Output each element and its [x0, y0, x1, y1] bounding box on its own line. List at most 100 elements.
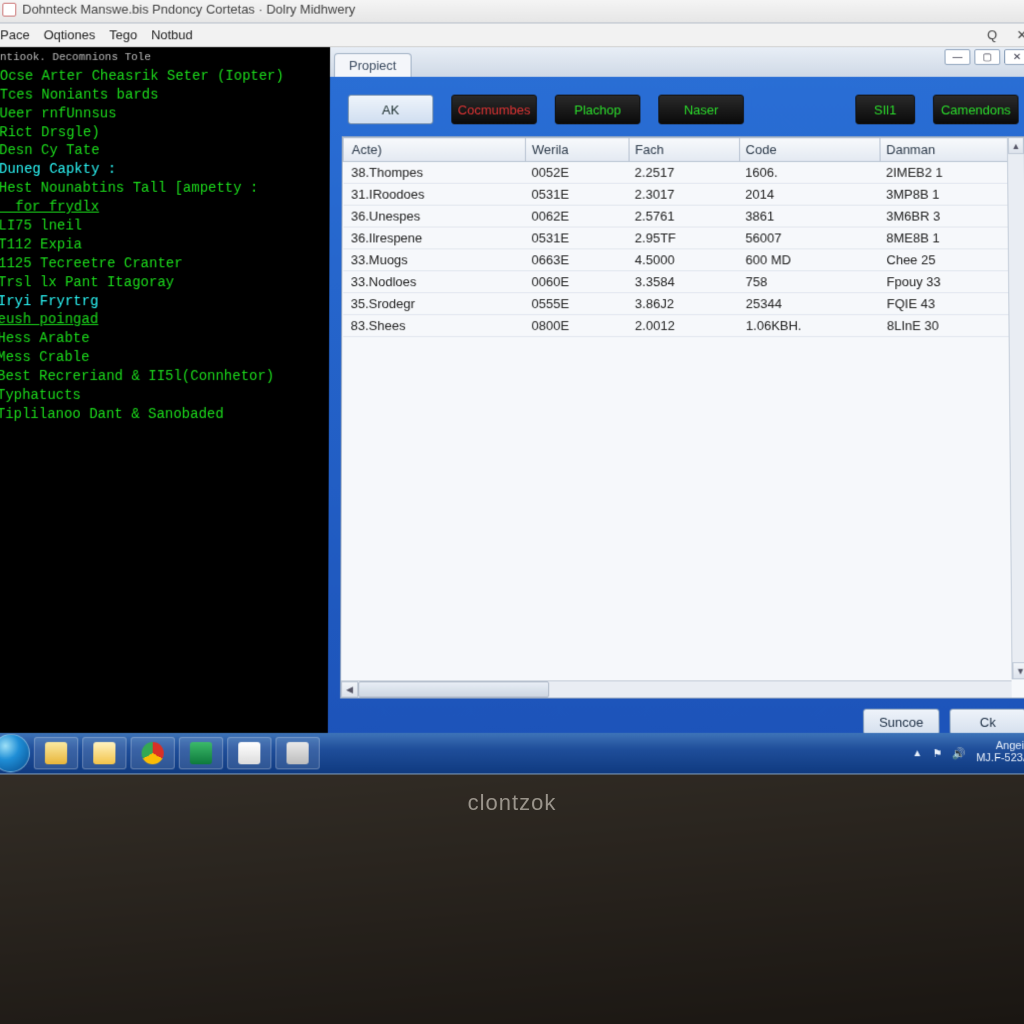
terminal-line: Ocse Arter Cheasrik Seter (Iopter)	[0, 68, 324, 87]
table-cell: 0062E	[526, 205, 629, 227]
main-window: Dohnteck Manswe.bis Pndoncy Cortetas · D…	[0, 0, 1024, 774]
taskbar-folder[interactable]	[82, 737, 127, 769]
suncoe-button[interactable]: Suncoe	[863, 709, 940, 735]
menu-oqtiones[interactable]: Oqtiones	[43, 27, 95, 42]
table-cell: 600 MD	[740, 249, 881, 271]
table-cell: 3.86J2	[629, 293, 740, 315]
table-row[interactable]: 35.Srodegr0555E3.86J225344FQIE 43	[343, 293, 1024, 315]
terminal-line: Desn Cy Tate	[0, 143, 324, 162]
close-icon[interactable]: ✕	[1014, 27, 1024, 43]
terminal-line: Tiplilanoo Dant & Sanobaded	[0, 406, 323, 425]
horizontal-scrollbar[interactable]: ◀	[341, 680, 1012, 697]
table-row[interactable]: 38.Thompes0052E2.25171606.2IMEB2 1	[343, 161, 1024, 183]
table-cell: 0555E	[526, 293, 629, 315]
table-cell: 758	[740, 271, 881, 293]
tray-volume-icon[interactable]: 🔊	[952, 747, 966, 760]
terminal-line: Best Recreriand & II5l(Connhetor)	[0, 368, 323, 387]
table-header[interactable]: Code	[739, 138, 880, 162]
start-button[interactable]	[0, 734, 30, 772]
scroll-thumb[interactable]	[358, 681, 549, 697]
camendons-button[interactable]: Camendons	[933, 95, 1019, 125]
terminal-line: Hess Arabte	[0, 330, 323, 349]
table-cell: 0800E	[526, 315, 629, 337]
terminal-line: Trsl lx Pant Itagoray	[0, 274, 323, 293]
table-row[interactable]: 33.Nodloes0060E3.3584758Fpouy 33	[343, 271, 1024, 293]
terminal-line: eush poingad	[0, 312, 323, 331]
terminal-panel: ntiook. Decomnions Tole Ocse Arter Cheas…	[0, 47, 330, 773]
system-tray[interactable]: ▲ ⚑ 🔊 Angeia MJ.F-523A	[912, 741, 1024, 764]
table-cell: 3.3584	[629, 271, 740, 293]
table-cell: 0060E	[526, 271, 629, 293]
table-cell: 2.2517	[629, 161, 740, 183]
app-panel: — ▢ ✕ Propiect AK Cocmumbes Plachop Nase…	[328, 47, 1024, 773]
close-button[interactable]: ✕	[1004, 49, 1024, 65]
table-cell: 1606.	[739, 161, 880, 183]
tray-clock-line1: Angeia	[996, 740, 1024, 752]
table-cell: 3861	[739, 205, 880, 227]
terminal-line: Ueer rnfUnnsus	[0, 105, 324, 124]
data-table-container: Acte)WerilaFachCodeDanman 38.Thompes0052…	[340, 136, 1024, 698]
table-cell: 8ME8B 1	[880, 227, 1024, 249]
menu-notbud[interactable]: Notbud	[151, 27, 193, 42]
terminal-line: Hest Nounabtins Tall [ampetty :	[0, 180, 324, 199]
table-row[interactable]: 36.Unespes0062E2.576138613M6BR 3	[343, 205, 1024, 227]
table-cell: 0663E	[526, 249, 629, 271]
scroll-up-arrow-icon[interactable]: ▲	[1008, 137, 1024, 154]
scroll-left-arrow-icon[interactable]: ◀	[341, 681, 358, 697]
taskbar-chrome[interactable]	[130, 737, 174, 769]
taskbar-app2[interactable]	[227, 737, 271, 769]
ak-button[interactable]: AK	[348, 95, 434, 125]
terminal-line: 1125 Tecreetre Cranter	[0, 255, 323, 274]
tab-strip: Propiect	[330, 47, 1024, 77]
tray-wifi-icon[interactable]: ⚑	[932, 747, 942, 760]
scroll-down-arrow-icon[interactable]: ▼	[1012, 662, 1024, 679]
ok-button[interactable]: Ck	[949, 709, 1024, 735]
table-cell: 2.95TF	[629, 227, 740, 249]
table-row[interactable]: 83.Shees0800E2.00121.06KBH.8LInE 30	[343, 315, 1024, 337]
table-row[interactable]: 36.Ilrespene0531E2.95TF560078ME8B 1	[343, 227, 1024, 249]
taskbar-explorer[interactable]	[34, 737, 79, 769]
minimize-button[interactable]: —	[944, 49, 970, 65]
table-cell: Chee 25	[880, 249, 1024, 271]
table-cell: 33.Muogs	[343, 249, 526, 271]
table-cell: Fpouy 33	[881, 271, 1024, 293]
table-header[interactable]: Fach	[629, 138, 740, 162]
table-cell: 31.IRoodoes	[343, 183, 526, 205]
terminal-line: LI75 lneil	[0, 218, 324, 237]
maximize-button[interactable]: ▢	[974, 49, 1000, 65]
terminal-line: Rict Drsgle)	[0, 124, 324, 143]
table-row[interactable]: 33.Muogs0663E4.5000600 MDChee 25	[343, 249, 1024, 271]
vertical-scrollbar[interactable]: ▲ ▼	[1007, 137, 1024, 679]
table-cell: 4.5000	[629, 249, 740, 271]
table-cell: 33.Nodloes	[343, 271, 526, 293]
search-icon[interactable]: Q	[984, 27, 1000, 43]
table-cell: 1.06KBH.	[740, 315, 881, 337]
cocmumbes-button[interactable]: Cocmumbes	[451, 95, 537, 125]
menu-pace[interactable]: Pace	[0, 27, 30, 42]
table-header[interactable]: Danman	[880, 138, 1024, 162]
table-cell: 2.0012	[629, 315, 740, 337]
terminal-line: Duneg Capkty :	[0, 161, 324, 180]
table-row[interactable]: 31.IRoodoes0531E2.301720143MP8B 1	[343, 183, 1024, 205]
titlebar: Dohnteck Manswe.bis Pndoncy Cortetas · D…	[0, 0, 1024, 23]
naser-button[interactable]: Naser	[658, 95, 744, 125]
laptop-brand-label: clontzok	[0, 790, 1024, 816]
plachop-button[interactable]: Plachop	[555, 95, 641, 125]
sill-button[interactable]: SIl1	[855, 95, 915, 125]
taskbar-app3[interactable]	[275, 737, 319, 769]
table-cell: 2.5761	[629, 205, 740, 227]
data-table[interactable]: Acte)WerilaFachCodeDanman 38.Thompes0052…	[342, 137, 1024, 337]
terminal-line: Iryi Fryrtrg	[0, 293, 323, 312]
table-cell: FQIE 43	[881, 293, 1024, 315]
table-cell: 35.Srodegr	[343, 293, 526, 315]
table-header[interactable]: Acte)	[343, 138, 525, 162]
table-header[interactable]: Werila	[526, 138, 629, 162]
table-cell: 2014	[739, 183, 880, 205]
menubar: Pace Oqtiones Tego Notbud Q ✕	[0, 23, 1024, 47]
tray-overflow-icon[interactable]: ▲	[912, 748, 922, 759]
window-title: Dohnteck Manswe.bis Pndoncy Cortetas · D…	[22, 2, 355, 17]
menu-tego[interactable]: Tego	[109, 27, 137, 42]
tab-propiect[interactable]: Propiect	[334, 53, 411, 77]
taskbar-app1[interactable]	[179, 737, 223, 769]
table-cell: 0052E	[526, 161, 629, 183]
